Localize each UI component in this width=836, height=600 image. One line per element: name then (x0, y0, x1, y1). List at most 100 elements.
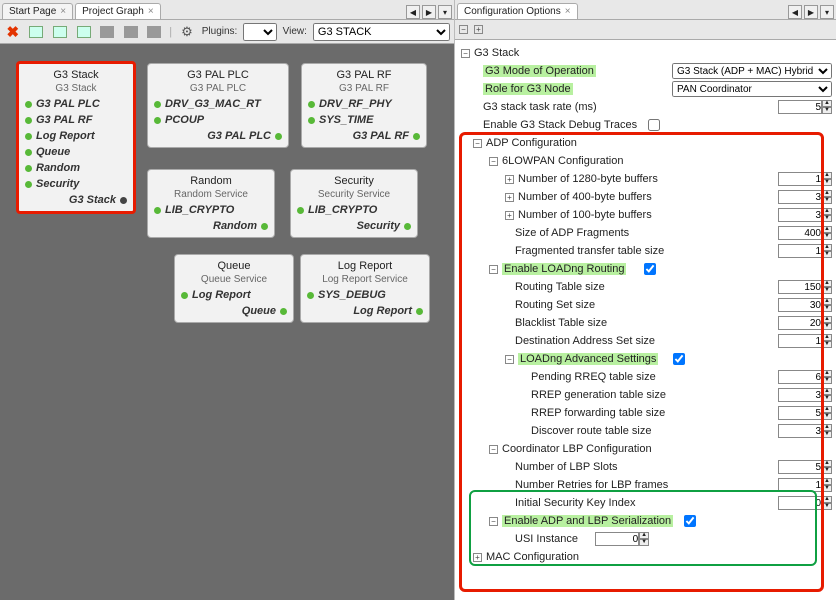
spinner[interactable]: ▲▼ (822, 316, 832, 330)
tab-config-options[interactable]: Configuration Options× (457, 3, 578, 19)
delete-icon[interactable]: ✖ (4, 23, 22, 41)
serial-label: Enable ADP and LBP Serialization (502, 515, 673, 527)
spinner[interactable]: ▲▼ (822, 370, 832, 384)
node-g3-stack[interactable]: G3 Stack G3 Stack G3 PAL PLC G3 PAL RF L… (16, 61, 136, 214)
spinner[interactable]: ▲▼ (822, 496, 832, 510)
node-subtitle: G3 Stack (23, 83, 129, 96)
lbp-secidx-input[interactable] (778, 496, 822, 510)
toggle-icon[interactable]: + (473, 553, 482, 562)
spinner[interactable]: ▲▼ (822, 208, 832, 222)
rset-input[interactable] (778, 298, 822, 312)
usi-input[interactable] (595, 532, 639, 546)
node-log-report[interactable]: Log Report Log Report Service SYS_DEBUG … (300, 254, 430, 323)
loadng-label: Enable LOADng Routing (502, 263, 626, 275)
nav-prev-button[interactable]: ◀ (406, 5, 420, 19)
tool-icon[interactable] (51, 23, 69, 41)
config-options-pane: Configuration Options× ◀ ▶ ▾ − + −G3 Sta… (455, 0, 836, 600)
spinner[interactable]: ▲▼ (639, 532, 649, 546)
tab-start-page[interactable]: Start Page× (2, 3, 73, 19)
tool-icon[interactable] (75, 23, 93, 41)
plugins-select[interactable] (243, 23, 276, 41)
task-rate-input[interactable] (778, 100, 822, 114)
toggle-icon[interactable]: − (489, 445, 498, 454)
serial-checkbox[interactable] (684, 515, 696, 527)
tree-toolbar: − + (455, 20, 836, 40)
debug-traces-checkbox[interactable] (648, 119, 660, 131)
plugins-icon: ⚙ (178, 23, 196, 41)
node-g3-pal-plc[interactable]: G3 PAL PLC G3 PAL PLC DRV_G3_MAC_RT PCOU… (147, 63, 289, 148)
left-tabbar: Start Page× Project Graph× ◀ ▶ ▾ (0, 0, 454, 20)
lbp-slots-input[interactable] (778, 460, 822, 474)
frag-table-input[interactable] (778, 244, 822, 258)
buf400-input[interactable] (778, 190, 822, 204)
rtable-input[interactable] (778, 280, 822, 294)
node-title: G3 PAL PLC (152, 67, 284, 83)
close-icon[interactable]: × (565, 6, 571, 17)
blist-input[interactable] (778, 316, 822, 330)
nav-next-button[interactable]: ▶ (422, 5, 436, 19)
config-tree[interactable]: −G3 Stack G3 Mode of OperationG3 Stack (… (455, 40, 836, 600)
right-tabbar: Configuration Options× ◀ ▶ ▾ (455, 0, 836, 20)
nav-prev-button[interactable]: ◀ (788, 5, 802, 19)
spinner[interactable]: ▲▼ (822, 334, 832, 348)
expand-all-button[interactable]: + (474, 25, 483, 34)
spinner[interactable]: ▲▼ (822, 100, 832, 114)
plugins-label: Plugins: (202, 26, 238, 37)
role-select[interactable]: PAN Coordinator (672, 81, 832, 97)
toggle-icon[interactable]: − (489, 517, 498, 526)
spinner[interactable]: ▲▼ (822, 280, 832, 294)
prreq-input[interactable] (778, 370, 822, 384)
close-icon[interactable]: × (60, 6, 66, 17)
node-subtitle: Random Service (152, 189, 270, 202)
spinner[interactable]: ▲▼ (822, 226, 832, 240)
toggle-icon[interactable]: − (489, 265, 498, 274)
graph-toolbar: ✖ | ⚙ Plugins: View: G3 STACK (0, 20, 454, 44)
node-random[interactable]: Random Random Service LIB_CRYPTO Random (147, 169, 275, 238)
spinner[interactable]: ▲▼ (822, 424, 832, 438)
loadng-adv-checkbox[interactable] (673, 353, 685, 365)
collapse-all-button[interactable]: − (459, 25, 468, 34)
tool-icon[interactable] (146, 23, 164, 41)
tool-icon[interactable] (122, 23, 140, 41)
lbp-retries-input[interactable] (778, 478, 822, 492)
spinner[interactable]: ▲▼ (822, 244, 832, 258)
node-security[interactable]: Security Security Service LIB_CRYPTO Sec… (290, 169, 418, 238)
spinner[interactable]: ▲▼ (822, 172, 832, 186)
droute-input[interactable] (778, 424, 822, 438)
tool-icon[interactable] (28, 23, 46, 41)
tool-icon[interactable] (98, 23, 116, 41)
toggle-icon[interactable]: + (505, 193, 514, 202)
toggle-icon[interactable]: − (473, 139, 482, 148)
frag-size-input[interactable] (778, 226, 822, 240)
toggle-icon[interactable]: − (461, 49, 470, 58)
toggle-icon[interactable]: + (505, 175, 514, 184)
spinner[interactable]: ▲▼ (822, 460, 832, 474)
buf100-input[interactable] (778, 208, 822, 222)
spinner[interactable]: ▲▼ (822, 406, 832, 420)
tab-project-graph[interactable]: Project Graph× (75, 3, 161, 19)
toggle-icon[interactable]: + (505, 211, 514, 220)
spinner[interactable]: ▲▼ (822, 388, 832, 402)
mac-config-label: MAC Configuration (486, 551, 579, 563)
spinner[interactable]: ▲▼ (822, 478, 832, 492)
buf1280-input[interactable] (778, 172, 822, 186)
spinner[interactable]: ▲▼ (822, 298, 832, 312)
toggle-icon[interactable]: − (489, 157, 498, 166)
nav-next-button[interactable]: ▶ (804, 5, 818, 19)
close-icon[interactable]: × (148, 6, 154, 17)
node-g3-pal-rf[interactable]: G3 PAL RF G3 PAL RF DRV_RF_PHY SYS_TIME … (301, 63, 427, 148)
loadng-checkbox[interactable] (644, 263, 656, 275)
options-button[interactable]: ▾ (438, 5, 452, 19)
rrepf-input[interactable] (778, 406, 822, 420)
sixlowpan-label: 6LOWPAN Configuration (502, 155, 623, 167)
coord-lbp-label: Coordinator LBP Configuration (502, 443, 652, 455)
options-button[interactable]: ▾ (820, 5, 834, 19)
spinner[interactable]: ▲▼ (822, 190, 832, 204)
view-select[interactable]: G3 STACK (313, 23, 450, 41)
mode-select[interactable]: G3 Stack (ADP + MAC) Hybrid PLC & RF (672, 63, 832, 79)
toggle-icon[interactable]: − (505, 355, 514, 364)
node-queue[interactable]: Queue Queue Service Log Report Queue (174, 254, 294, 323)
graph-canvas[interactable]: G3 Stack G3 Stack G3 PAL PLC G3 PAL RF L… (0, 44, 454, 600)
rrepg-input[interactable] (778, 388, 822, 402)
daddr-input[interactable] (778, 334, 822, 348)
